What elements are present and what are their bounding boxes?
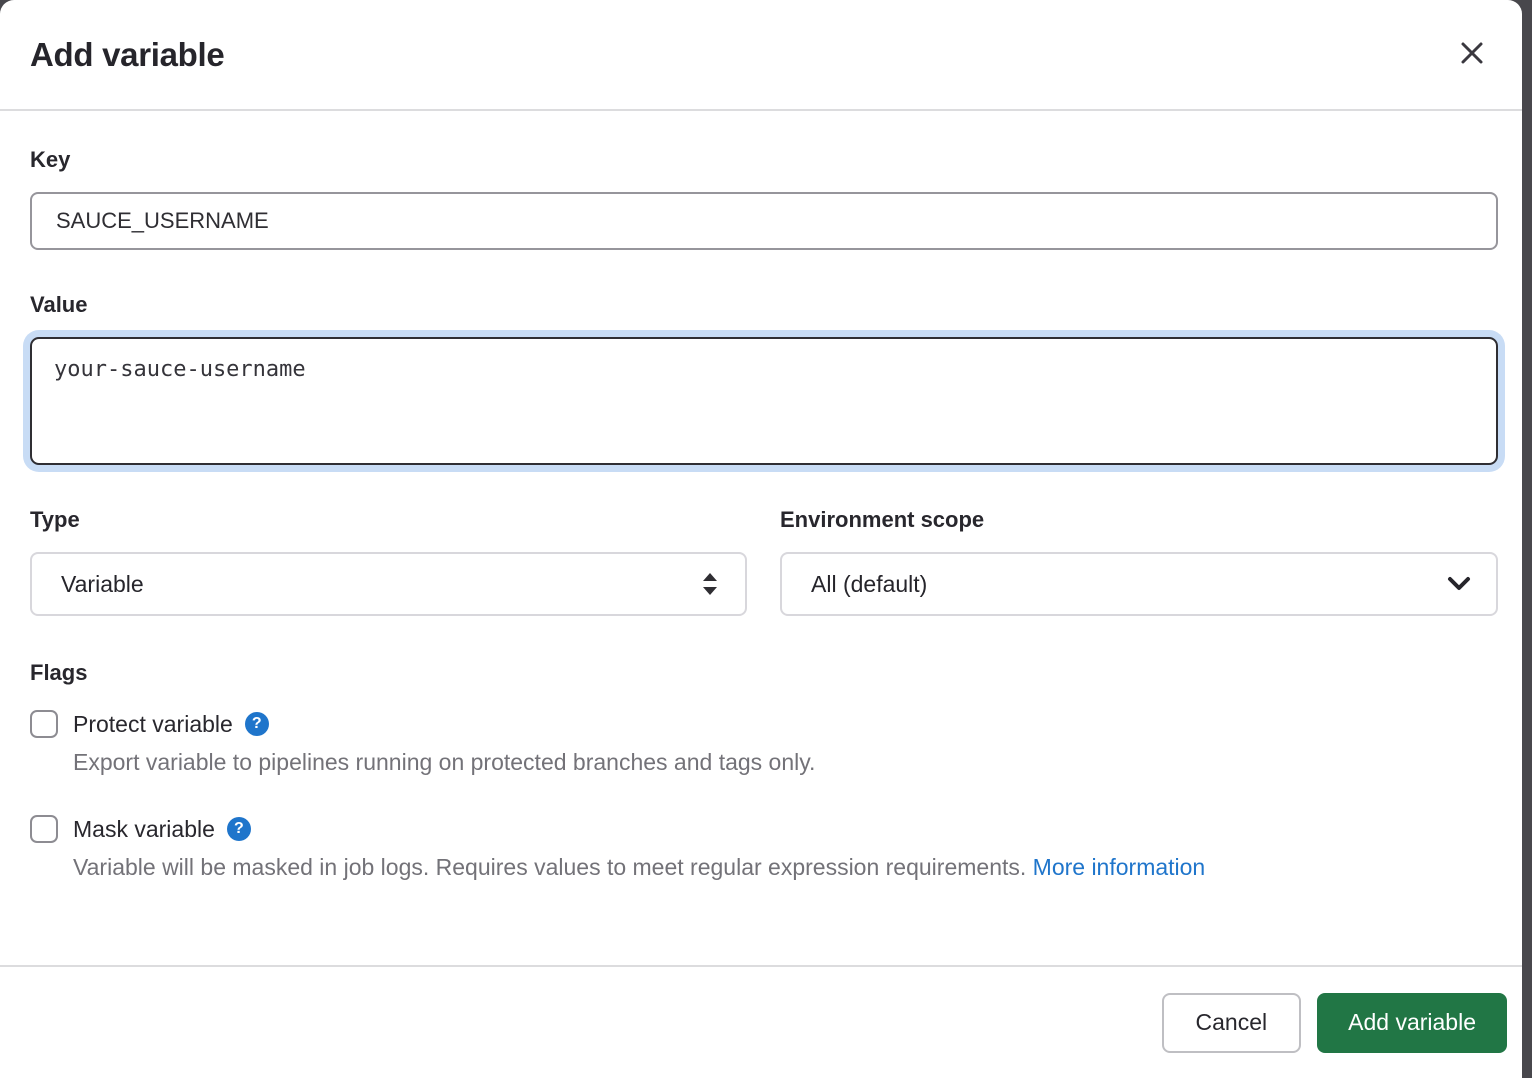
modal-footer: Cancel Add variable bbox=[0, 965, 1522, 1078]
protect-variable-description: Export variable to pipelines running on … bbox=[73, 746, 1433, 779]
environment-scope-select[interactable]: All (default) bbox=[780, 552, 1498, 616]
protect-variable-label[interactable]: Protect variable bbox=[73, 711, 233, 738]
mask-variable-row: Mask variable ? Variable will be masked … bbox=[30, 815, 1498, 884]
environment-scope-field-group: Environment scope All (default) bbox=[780, 507, 1498, 616]
type-scope-row: Type Variable Environment scope All (def… bbox=[30, 507, 1498, 616]
type-field-group: Type Variable bbox=[30, 507, 747, 616]
flags-label: Flags bbox=[30, 660, 1498, 686]
mask-help-icon[interactable]: ? bbox=[227, 817, 251, 841]
protect-variable-checkbox[interactable] bbox=[30, 710, 58, 738]
add-variable-button[interactable]: Add variable bbox=[1317, 993, 1507, 1053]
key-input[interactable] bbox=[30, 192, 1498, 250]
value-field-group: Value your-sauce-username bbox=[30, 292, 1498, 465]
more-information-link[interactable]: More information bbox=[1033, 854, 1206, 880]
close-icon bbox=[1457, 38, 1487, 71]
add-variable-modal: Add variable Key Value your-sauce-userna… bbox=[0, 0, 1522, 1078]
environment-scope-label: Environment scope bbox=[780, 507, 1498, 533]
mask-variable-checkbox[interactable] bbox=[30, 815, 58, 843]
environment-scope-select-value: All (default) bbox=[811, 571, 927, 598]
type-label: Type bbox=[30, 507, 747, 533]
chevron-down-icon bbox=[1446, 575, 1472, 593]
type-select[interactable]: Variable bbox=[30, 552, 747, 616]
modal-header: Add variable bbox=[0, 0, 1522, 111]
key-field-group: Key bbox=[30, 147, 1498, 250]
modal-body: Key Value your-sauce-username Type Varia… bbox=[0, 111, 1522, 884]
modal-title: Add variable bbox=[30, 36, 224, 74]
value-textarea[interactable]: your-sauce-username bbox=[30, 337, 1498, 465]
protect-help-icon[interactable]: ? bbox=[245, 712, 269, 736]
mask-variable-description: Variable will be masked in job logs. Req… bbox=[73, 851, 1433, 884]
mask-variable-description-text: Variable will be masked in job logs. Req… bbox=[73, 854, 1026, 880]
value-label: Value bbox=[30, 292, 1498, 318]
up-down-arrows-icon bbox=[699, 569, 721, 599]
flags-section: Flags Protect variable ? Export variable… bbox=[30, 660, 1498, 884]
type-select-value: Variable bbox=[61, 571, 144, 598]
key-label: Key bbox=[30, 147, 1498, 173]
close-button[interactable] bbox=[1450, 33, 1494, 77]
cancel-button[interactable]: Cancel bbox=[1162, 993, 1302, 1053]
mask-variable-label[interactable]: Mask variable bbox=[73, 816, 215, 843]
protect-variable-row: Protect variable ? Export variable to pi… bbox=[30, 710, 1498, 779]
